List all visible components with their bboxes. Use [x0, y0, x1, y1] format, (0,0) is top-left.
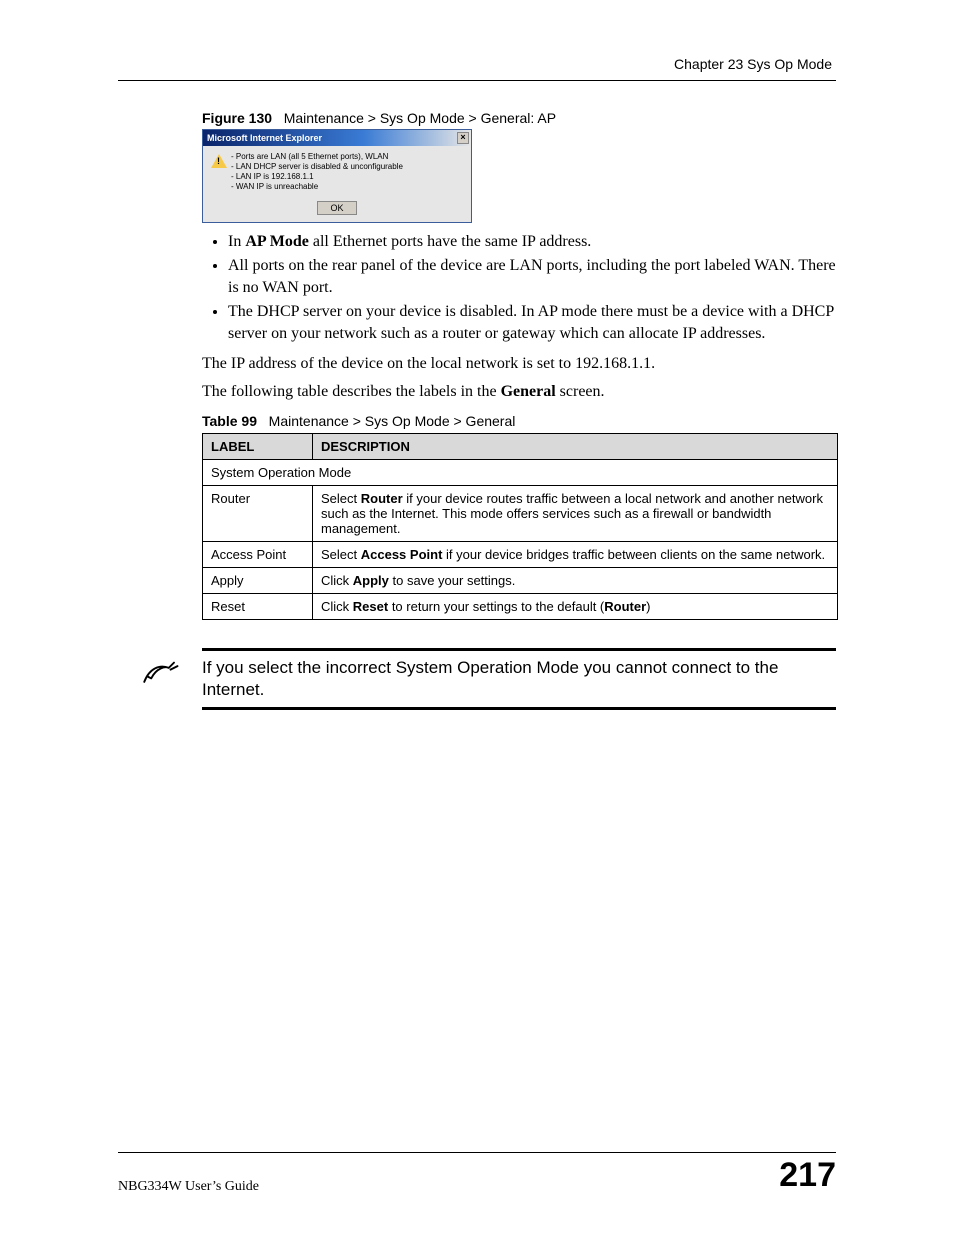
- footer-guide: NBG334W User’s Guide: [118, 1179, 259, 1195]
- table-section: System Operation Mode: [203, 460, 838, 486]
- table-row: Apply Click Apply to save your settings.: [203, 568, 838, 594]
- figure-label: Figure 130: [202, 110, 272, 126]
- page-number: 217: [779, 1156, 836, 1195]
- table-caption-text: Maintenance > Sys Op Mode > General: [269, 413, 516, 429]
- running-head: Chapter 23 Sys Op Mode: [674, 56, 832, 72]
- table-header: DESCRIPTION: [313, 434, 838, 460]
- table-row: Reset Click Reset to return your setting…: [203, 594, 838, 620]
- labels-table: LABEL DESCRIPTION System Operation Mode …: [202, 433, 838, 620]
- paragraph: The IP address of the device on the loca…: [202, 353, 836, 375]
- row-label: Access Point: [203, 542, 313, 568]
- dialog-line: - Ports are LAN (all 5 Ethernet ports), …: [231, 152, 403, 162]
- header-rule: [118, 80, 836, 81]
- ok-button[interactable]: OK: [317, 201, 356, 215]
- note-rule-bottom: [202, 707, 836, 710]
- row-desc: Click Apply to save your settings.: [313, 568, 838, 594]
- table-header: LABEL: [203, 434, 313, 460]
- dialog-box: Microsoft Internet Explorer × - Ports ar…: [202, 129, 472, 223]
- list-item: The DHCP server on your device is disabl…: [228, 301, 836, 345]
- row-label: Reset: [203, 594, 313, 620]
- row-desc: Select Access Point if your device bridg…: [313, 542, 838, 568]
- note-text: If you select the incorrect System Opera…: [202, 657, 836, 701]
- row-desc: Click Reset to return your settings to t…: [313, 594, 838, 620]
- row-label: Router: [203, 486, 313, 542]
- footer-rule: [118, 1152, 836, 1153]
- note-block: If you select the incorrect System Opera…: [118, 648, 836, 710]
- paragraph: The following table describes the labels…: [202, 381, 836, 403]
- figure-caption: Figure 130 Maintenance > Sys Op Mode > G…: [202, 110, 836, 126]
- bullet-list: In AP Mode all Ethernet ports have the s…: [228, 231, 836, 345]
- table-row: Access Point Select Access Point if your…: [203, 542, 838, 568]
- row-label: Apply: [203, 568, 313, 594]
- dialog-titlebar: Microsoft Internet Explorer ×: [203, 130, 471, 146]
- dialog-line: - LAN DHCP server is disabled & unconfig…: [231, 162, 403, 172]
- note-rule-top: [202, 648, 836, 651]
- close-icon[interactable]: ×: [457, 132, 469, 144]
- dialog-line: - LAN IP is 192.168.1.1: [231, 172, 403, 182]
- note-icon: [118, 657, 202, 689]
- figure-caption-text: Maintenance > Sys Op Mode > General: AP: [284, 110, 556, 126]
- table-row: Router Select Router if your device rout…: [203, 486, 838, 542]
- list-item: In AP Mode all Ethernet ports have the s…: [228, 231, 836, 253]
- dialog-message: - Ports are LAN (all 5 Ethernet ports), …: [231, 152, 403, 192]
- table-caption: Table 99 Maintenance > Sys Op Mode > Gen…: [202, 413, 836, 429]
- dialog-line: - WAN IP is unreachable: [231, 182, 403, 192]
- table-label: Table 99: [202, 413, 257, 429]
- list-item: All ports on the rear panel of the devic…: [228, 255, 836, 299]
- dialog-title: Microsoft Internet Explorer: [207, 133, 322, 143]
- row-desc: Select Router if your device routes traf…: [313, 486, 838, 542]
- warning-icon: [211, 152, 231, 192]
